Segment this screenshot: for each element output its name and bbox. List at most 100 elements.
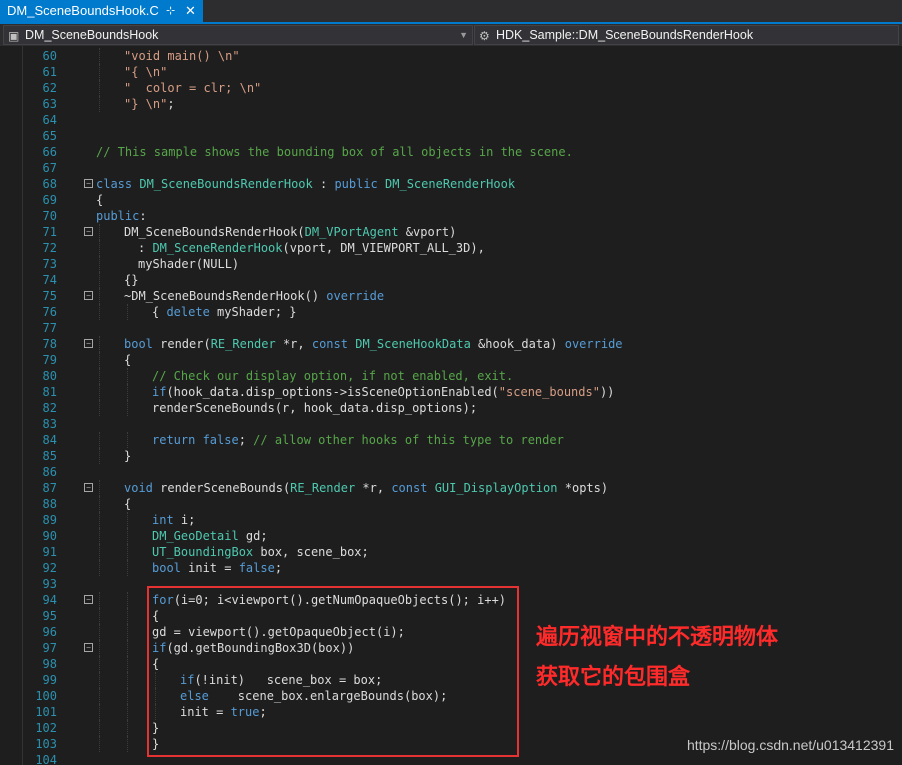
code-token: *r, [275, 337, 312, 351]
fold-toggle-icon[interactable]: − [84, 339, 93, 348]
line-number: 79 [42, 353, 57, 367]
code-token: render( [160, 337, 211, 351]
code-line[interactable]: 85} [0, 448, 902, 464]
code-text: { delete myShader; } [152, 304, 297, 320]
line-number: 104 [35, 753, 57, 765]
code-text: return false; // allow other hooks of th… [152, 432, 564, 448]
code-line[interactable]: 62 " color = clr; \n" [0, 80, 902, 96]
code-line[interactable]: 73 myShader(NULL) [0, 256, 902, 272]
indent-guide [99, 640, 100, 656]
code-token: ; [238, 433, 254, 447]
fold-toggle-icon[interactable]: − [84, 595, 93, 604]
chevron-down-icon[interactable]: ▼ [459, 26, 468, 45]
code-text: "} \n"; [124, 96, 175, 112]
code-line[interactable]: 66 // This sample shows the bounding box … [0, 144, 902, 160]
code-line[interactable]: 87 − void renderSceneBounds(RE_Render *r, … [0, 480, 902, 496]
code-line[interactable]: 84 return false; // allow other hooks of … [0, 432, 902, 448]
tab-bar: DM_SceneBoundsHook.C ⊹ ✕ [0, 0, 902, 24]
line-number: 65 [42, 129, 57, 143]
member-dropdown[interactable]: ⚙ HDK_Sample::DM_SceneBoundsRenderHook [474, 25, 899, 45]
code-line[interactable]: 63 "} \n"; [0, 96, 902, 112]
code-line[interactable]: 61 "{ \n" [0, 64, 902, 80]
indent-guide [99, 240, 100, 256]
code-line[interactable]: 70 public: [0, 208, 902, 224]
line-number: 97 [42, 641, 57, 655]
fold-toggle-icon[interactable]: − [84, 291, 93, 300]
code-line[interactable]: 83 [0, 416, 902, 432]
fold-toggle-icon[interactable]: − [84, 483, 93, 492]
code-line[interactable]: 60 "void main() \n" [0, 48, 902, 64]
code-line[interactable]: 76 { delete myShader; } [0, 304, 902, 320]
fold-toggle-icon[interactable]: − [84, 643, 93, 652]
code-token: init = [188, 561, 239, 575]
line-number: 61 [42, 65, 57, 79]
code-line[interactable]: 71 − DM_SceneBoundsRenderHook(DM_VPortAgen… [0, 224, 902, 240]
indent-guide [127, 672, 128, 688]
indent-guide [99, 384, 100, 400]
line-number: 78 [42, 337, 57, 351]
code-editor[interactable]: 60 "void main() \n" 61 "{ \n" 62 " color = cl… [0, 46, 902, 765]
line-number: 75 [42, 289, 57, 303]
code-token: : [138, 241, 153, 255]
code-line[interactable]: 88 { [0, 496, 902, 512]
file-icon: ▣ [8, 29, 20, 43]
indent-guide [99, 544, 100, 560]
code-line[interactable]: 75 − ~DM_SceneBoundsRenderHook() override [0, 288, 902, 304]
code-token: const [311, 337, 356, 351]
code-token: DM_SceneBoundsRenderHook [124, 225, 298, 239]
code-line[interactable]: 89 int i; [0, 512, 902, 528]
close-icon[interactable]: ✕ [185, 0, 196, 22]
tab-file[interactable]: DM_SceneBoundsHook.C ⊹ ✕ [0, 0, 203, 22]
line-number: 82 [42, 401, 57, 415]
indent-guide [99, 80, 100, 96]
indent-guide [127, 624, 128, 640]
code-token: if [152, 385, 167, 399]
code-line[interactable]: 79 { [0, 352, 902, 368]
line-number: 102 [35, 721, 57, 735]
annotation-line-1: 遍历视窗中的不透明物体 [536, 625, 779, 650]
indent-guide [99, 672, 100, 688]
line-number: 81 [42, 385, 57, 399]
indent-guide [99, 400, 100, 416]
code-line[interactable]: 91 UT_BoundingBox box, scene_box; [0, 544, 902, 560]
code-line[interactable]: 80 // Check our display option, if not en… [0, 368, 902, 384]
code-token: *r, [355, 481, 392, 495]
code-token: ; [167, 97, 175, 111]
code-text: " color = clr; \n" [124, 80, 261, 96]
code-line[interactable]: 86 [0, 464, 902, 480]
line-number: 86 [42, 465, 57, 479]
line-number: 87 [42, 481, 57, 495]
code-line[interactable]: 65 [0, 128, 902, 144]
code-line[interactable]: 74 {} [0, 272, 902, 288]
code-text: DM_GeoDetail gd; [152, 528, 268, 544]
code-line[interactable]: 82 renderSceneBounds(r, hook_data.disp_op… [0, 400, 902, 416]
code-text: } [124, 448, 131, 464]
code-token: return [152, 433, 203, 447]
indent-guide [99, 448, 100, 464]
fold-toggle-icon[interactable]: − [84, 227, 93, 236]
code-line[interactable]: 78 − bool render(RE_Render *r, const DM_Sc… [0, 336, 902, 352]
code-line[interactable]: 90 DM_GeoDetail gd; [0, 528, 902, 544]
code-line[interactable]: 67 [0, 160, 902, 176]
code-line[interactable]: 92 bool init = false; [0, 560, 902, 576]
code-line[interactable]: 64 [0, 112, 902, 128]
code-token: )) [599, 385, 615, 399]
code-line[interactable]: 69 { [0, 192, 902, 208]
fold-toggle-icon[interactable]: − [84, 179, 93, 188]
code-line[interactable]: 68 − class DM_SceneBoundsRenderHook : publ… [0, 176, 902, 192]
code-token: : [139, 209, 147, 223]
line-number: 91 [42, 545, 57, 559]
code-token: RE_Render [290, 481, 356, 495]
code-token: class [96, 177, 140, 191]
indent-guide [127, 368, 128, 384]
indent-guide [99, 96, 100, 112]
pin-icon[interactable]: ⊹ [166, 0, 175, 22]
scope-dropdown-label: DM_SceneBoundsHook [25, 28, 159, 42]
scope-dropdown[interactable]: ▣ DM_SceneBoundsHook ▼ [3, 25, 473, 45]
code-line[interactable]: 81 if(hook_data.disp_options->isSceneOpti… [0, 384, 902, 400]
code-token: false [238, 561, 275, 575]
line-number: 60 [42, 49, 57, 63]
code-line[interactable]: 72: DM_SceneRenderHook(vport, DM_VIEWPOR… [0, 240, 902, 256]
code-line[interactable]: 77 [0, 320, 902, 336]
indent-guide [99, 704, 100, 720]
